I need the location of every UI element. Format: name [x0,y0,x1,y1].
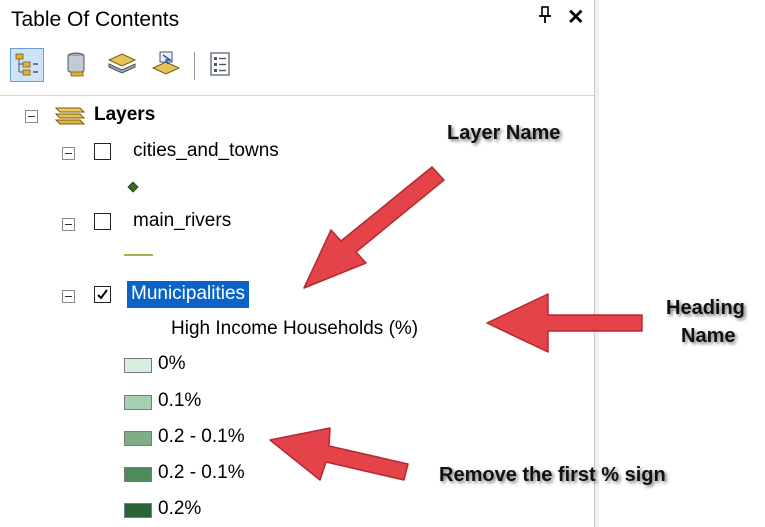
toc-toolbar [0,40,594,96]
panel-splitter[interactable] [594,0,599,527]
class-swatch-1[interactable] [124,358,152,373]
collapse-cities-toggle[interactable] [62,147,75,160]
collapse-rivers-toggle[interactable] [62,218,75,231]
class-swatch-3[interactable] [124,431,152,446]
class-swatch-2[interactable] [124,395,152,410]
line-symbol-icon [124,254,153,256]
options-icon [210,52,230,76]
class-label-2[interactable]: 0.1% [158,390,201,412]
rivers-visibility-checkbox[interactable] [94,213,111,230]
list-by-drawing-order-button[interactable] [10,48,44,82]
list-by-visibility-icon [107,53,137,74]
list-by-source-icon [67,52,85,77]
class-label-4[interactable]: 0.2 - 0.1% [158,462,245,484]
legend-heading[interactable]: High Income Households (%) [171,318,418,340]
class-swatch-5[interactable] [124,503,152,518]
remove-sign-callout: Remove the first % sign [439,464,666,486]
layer-name-municipalities[interactable]: Municipalities [127,281,250,308]
options-button[interactable] [204,48,238,82]
class-swatch-4[interactable] [124,467,152,482]
checkmark-icon [97,289,108,300]
layer-name-cities[interactable]: cities_and_towns [133,140,279,162]
layers-root-label[interactable]: Layers [94,104,155,126]
list-by-visibility-button[interactable] [106,48,140,82]
layers-group-icon [50,104,86,135]
screenshot-root: Table Of Contents ✕ Layers cities_and_to… [0,0,765,527]
layer-name-callout: Layer Name [447,122,561,144]
list-by-source-button[interactable] [62,48,96,82]
point-symbol-icon [127,180,139,198]
cities-visibility-checkbox[interactable] [94,143,111,160]
collapse-layers-toggle[interactable] [25,110,38,123]
toolbar-separator [194,52,195,80]
class-label-1[interactable]: 0% [158,353,185,375]
layer-name-rivers[interactable]: main_rivers [133,210,231,232]
heading-name-callout-line1: Heading [666,297,745,319]
collapse-municipalities-toggle[interactable] [62,290,75,303]
toolbar-divider [0,95,594,96]
close-icon[interactable]: ✕ [567,5,585,30]
list-by-drawing-order-icon [15,53,38,76]
list-by-selection-button[interactable] [150,48,184,82]
municipalities-visibility-checkbox[interactable] [94,286,111,303]
table-of-contents-panel: Table Of Contents ✕ Layers cities_and_to… [0,0,594,527]
panel-titlebar: Table Of Contents ✕ [0,0,594,40]
list-by-selection-icon [151,51,181,75]
class-label-5[interactable]: 0.2% [158,498,201,520]
class-label-3[interactable]: 0.2 - 0.1% [158,426,245,448]
pin-icon[interactable] [538,6,552,30]
panel-title: Table Of Contents [11,8,180,31]
heading-name-callout-line2: Name [681,325,736,347]
